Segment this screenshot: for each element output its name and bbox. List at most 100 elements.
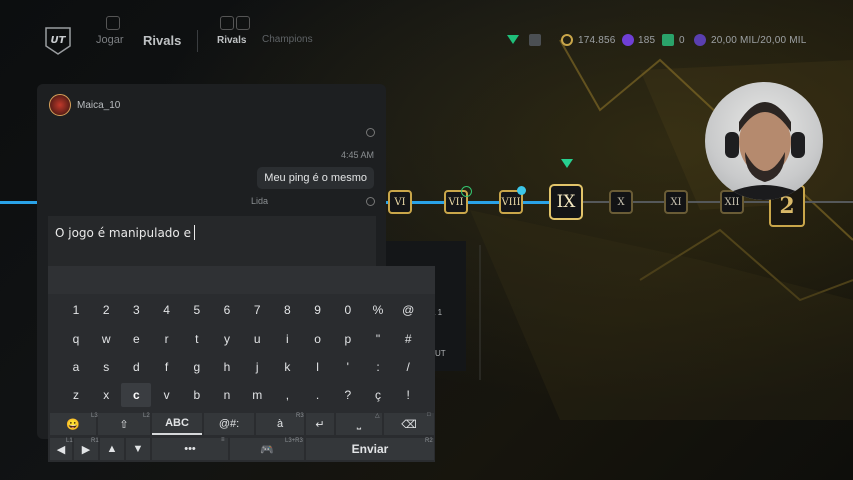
club-capacity-icon [694, 34, 706, 46]
milestone-node-11[interactable]: XI [664, 190, 688, 214]
hint-square: □ [427, 412, 431, 418]
hint-l1: L1 [66, 438, 73, 444]
ut-logo: UT [45, 27, 71, 55]
hint-r2: R2 [425, 438, 433, 444]
key-row3-1[interactable]: s [91, 355, 121, 379]
coins-icon [561, 34, 573, 46]
club-badge-icon [529, 34, 541, 46]
key-row2-1[interactable]: w [91, 327, 121, 351]
key-row1-4[interactable]: 5 [182, 298, 212, 322]
key-row1-10[interactable]: % [363, 298, 393, 322]
key-row1-0[interactable]: 1 [61, 298, 91, 322]
milestone-node-10[interactable]: X [609, 190, 633, 214]
key-row3-3[interactable]: f [152, 355, 182, 379]
key-row2-10[interactable]: " [363, 327, 393, 351]
key-row3-6[interactable]: j [242, 355, 272, 379]
hint-l2: L2 [143, 413, 150, 419]
hint-r1: R1 [91, 438, 99, 444]
nav-rivals[interactable]: Rivals [143, 33, 181, 48]
key-row1-2[interactable]: 3 [121, 298, 151, 322]
key-row4-10[interactable]: ç [363, 383, 393, 407]
key-row2-2[interactable]: e [121, 327, 151, 351]
rivals-tab-icon [220, 16, 234, 30]
key-row1-11[interactable]: @ [393, 298, 423, 322]
key-row1-3[interactable]: 4 [152, 298, 182, 322]
coins-value: 174.856 [578, 35, 616, 46]
hint-l3: L3 [91, 413, 98, 419]
send-button[interactable]: Enviar [306, 438, 434, 460]
avatar [49, 94, 71, 116]
key-row4-0[interactable]: z [61, 383, 91, 407]
fc-points-value: 185 [638, 35, 656, 46]
tokens-value: 0 [679, 35, 685, 46]
key-row2-9[interactable]: p [333, 327, 363, 351]
key-row3-10[interactable]: : [363, 355, 393, 379]
read-status: Lida [251, 196, 269, 206]
key-row2-11[interactable]: # [393, 327, 423, 351]
key-row4-7[interactable]: , [272, 383, 302, 407]
svg-text:UT: UT [51, 35, 67, 46]
key-row3-8[interactable]: l [303, 355, 333, 379]
milestone-node-6[interactable]: VI [388, 190, 412, 214]
key-row1-1[interactable]: 2 [91, 298, 121, 322]
chat-input-field[interactable]: O jogo é manipulado e [48, 216, 376, 266]
cursor-up-key[interactable]: ▲ [100, 438, 124, 460]
key-row3-9[interactable]: ' [333, 355, 363, 379]
key-row3-5[interactable]: h [212, 355, 242, 379]
key-row3-0[interactable]: a [61, 355, 91, 379]
progress-track-remaining [560, 201, 853, 203]
key-row4-4[interactable]: b [182, 383, 212, 407]
key-row4-1[interactable]: x [91, 383, 121, 407]
panel-text-3: UT [435, 349, 446, 358]
tokens-icon [662, 34, 674, 46]
text-caret [193, 225, 195, 240]
key-row1-8[interactable]: 9 [303, 298, 333, 322]
enter-key[interactable]: ↵ [306, 413, 334, 435]
key-row2-5[interactable]: y [212, 327, 242, 351]
cursor-down-key[interactable]: ▼ [126, 438, 150, 460]
options-icon[interactable] [366, 128, 375, 137]
tab-rivals[interactable]: Rivals [217, 35, 246, 46]
milestone-node-current[interactable]: IX [549, 184, 583, 220]
key-row4-3[interactable]: v [152, 383, 182, 407]
key-row4-6[interactable]: m [242, 383, 272, 407]
chat-input-value: O jogo é manipulado e [55, 225, 195, 240]
key-row1-6[interactable]: 7 [242, 298, 272, 322]
key-row4-8[interactable]: . [303, 383, 333, 407]
hint-triangle: △ [375, 413, 380, 419]
division-icon [507, 35, 519, 44]
key-row3-2[interactable]: d [121, 355, 151, 379]
reward-available-icon [517, 186, 526, 195]
key-row3-11[interactable]: / [393, 355, 423, 379]
emoji-key[interactable]: 😀 [50, 413, 96, 435]
rivals-tab-icon-2 [236, 16, 250, 30]
key-row2-8[interactable]: o [303, 327, 333, 351]
key-row1-9[interactable]: 0 [333, 298, 363, 322]
key-row2-7[interactable]: i [272, 327, 302, 351]
more-options-key[interactable]: ••• [152, 438, 228, 460]
key-row2-0[interactable]: q [61, 327, 91, 351]
streamer-silhouette [715, 102, 813, 200]
key-row4-11[interactable]: ! [393, 383, 423, 407]
key-row3-4[interactable]: g [182, 355, 212, 379]
hint-l3r3: L3+R3 [285, 438, 303, 444]
symbols-key[interactable]: @#: [204, 413, 254, 435]
key-row4-9[interactable]: ? [333, 383, 363, 407]
play-icon [106, 16, 120, 30]
key-row3-7[interactable]: k [272, 355, 302, 379]
reward-claimed-icon [461, 186, 472, 197]
chat-username: Maica_10 [77, 100, 121, 111]
abc-key[interactable]: ABC [152, 413, 202, 435]
key-row4-5[interactable]: n [212, 383, 242, 407]
key-row2-3[interactable]: r [152, 327, 182, 351]
key-row4-2[interactable]: c [121, 383, 152, 407]
key-row2-6[interactable]: u [242, 327, 272, 351]
webcam-overlay [705, 82, 823, 200]
nav-play[interactable]: Jogar [96, 34, 124, 46]
current-position-marker [561, 159, 573, 168]
key-row1-7[interactable]: 8 [272, 298, 302, 322]
key-row2-4[interactable]: t [182, 327, 212, 351]
tab-champions[interactable]: Champions [262, 34, 313, 45]
key-row1-5[interactable]: 6 [212, 298, 242, 322]
hint-options: ≡ [221, 437, 225, 443]
